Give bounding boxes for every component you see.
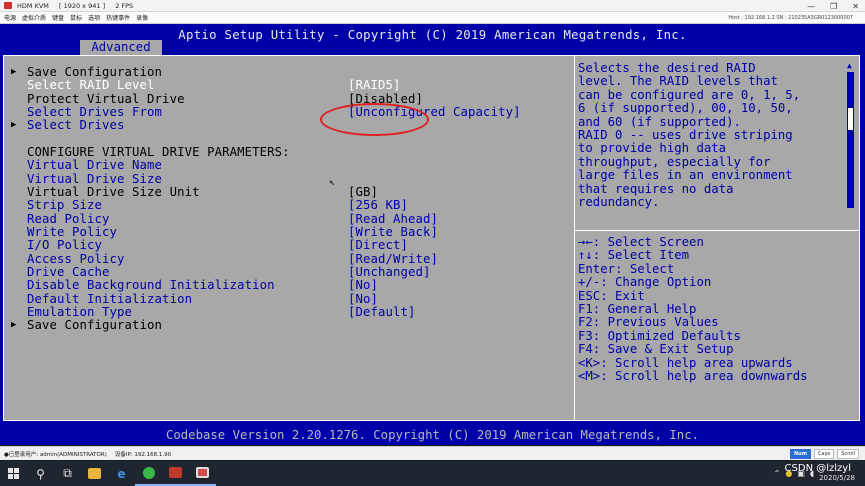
- key-hint: +/-: Change Option: [578, 275, 712, 290]
- help-line: that requires no data: [578, 181, 734, 196]
- setting-label[interactable]: I/O Policy: [27, 239, 102, 252]
- menu-record[interactable]: 录像: [136, 13, 148, 22]
- key-hint: Enter: Select: [578, 261, 675, 276]
- key-hint: <K>: Scroll help area upwards: [578, 355, 793, 370]
- kvm-app-icon: [4, 2, 12, 9]
- annotation-circle: [320, 103, 429, 136]
- help-line: 6 (if supported), 00, 10, 50,: [578, 101, 793, 116]
- kvm-title-bar: HDM KVM [ 1920 x 941 ] 2 FPS — ❐ ✕: [0, 0, 865, 12]
- mouse-cursor-icon: ↖: [329, 177, 336, 188]
- setting-label[interactable]: Save Configuration: [27, 319, 162, 332]
- maximize-icon[interactable]: ❐: [830, 2, 837, 11]
- window-title: HDM KVM [ 1920 x 941 ] 2 FPS: [17, 2, 141, 10]
- caps-lock-indicator[interactable]: Caps: [813, 449, 835, 459]
- green-app-icon[interactable]: [135, 461, 162, 486]
- bios-footer: Codebase Version 2.20.1276. Copyright (C…: [165, 428, 700, 442]
- start-icon[interactable]: [0, 461, 27, 486]
- kvm-status-bar: ●已登录用户: admin(ADMINISTRATOR) 设备IP: 192.1…: [0, 446, 865, 460]
- date-text: 2020/5/28: [819, 473, 855, 482]
- help-line: large files in an environment: [578, 168, 793, 183]
- key-hint: <M>: Scroll help area downwards: [578, 369, 808, 384]
- file-explorer-icon[interactable]: [81, 461, 108, 486]
- setting-label[interactable]: Strip Size: [27, 199, 102, 212]
- key-hint: F2: Previous Values: [578, 315, 719, 330]
- windows-taskbar: ⚲ ⧉ e ⌃ ● ▣ ◖ 2020/5/28 CSDN @lzlzyl: [0, 461, 865, 486]
- bios-screen[interactable]: Aptio Setup Utility - Copyright (C) 2019…: [0, 24, 865, 445]
- kvm-menu-bar: 电源 虚拟介质 键盘 鼠标 选项 热键事件 录像 Host : 192.168.…: [0, 12, 865, 24]
- status-user: ●已登录用户: admin(ADMINISTRATOR): [4, 451, 107, 458]
- setting-value[interactable]: [256 KB]: [348, 199, 408, 212]
- setting-value[interactable]: [Default]: [348, 306, 416, 319]
- chevron-up-icon[interactable]: ⌃: [774, 469, 781, 478]
- menu-virtual-media[interactable]: 虚拟介质: [22, 13, 46, 22]
- title-resolution: [ 1920 x 941 ]: [58, 1, 106, 10]
- menu-power[interactable]: 电源: [4, 13, 16, 22]
- key-hint: F1: General Help: [578, 302, 697, 317]
- status-ip: 设备IP: 192.168.1.90: [114, 451, 172, 458]
- csdn-watermark: CSDN @lzlzyl: [784, 463, 851, 474]
- setting-label[interactable]: Virtual Drive Name: [27, 159, 162, 172]
- host-info: Host : 192.168.1.2 SN : 210235A3GR012300…: [728, 15, 853, 21]
- help-line: Selects the desired RAID: [578, 61, 756, 75]
- submenu-arrow-icon: ▶: [11, 320, 17, 330]
- setting-value[interactable]: [Direct]: [348, 239, 408, 252]
- minimize-icon[interactable]: —: [807, 2, 815, 11]
- setting-label[interactable]: Select RAID Level: [27, 79, 155, 92]
- menu-mouse[interactable]: 鼠标: [70, 13, 82, 22]
- key-hint: ↑↓: Select Item: [578, 248, 690, 263]
- close-icon[interactable]: ✕: [852, 2, 859, 11]
- key-legend: →←: Select Screen ↑↓: Select Item Enter: S…: [578, 235, 808, 384]
- help-line: RAID 0 -- uses drive striping: [578, 128, 793, 143]
- help-line: and 60 (if supported).: [578, 114, 741, 129]
- scroll-thumb[interactable]: [848, 108, 853, 130]
- title-app: HDM KVM: [17, 1, 49, 10]
- menu-hotkeys[interactable]: 热键事件: [106, 13, 130, 22]
- scroll-up-icon[interactable]: ▲: [847, 62, 852, 70]
- setting-value[interactable]: [RAID5]: [348, 79, 401, 92]
- scroll-down-icon[interactable]: ▼: [847, 198, 852, 206]
- submenu-arrow-icon: ▶: [11, 67, 17, 77]
- help-line: throughput, especially for: [578, 154, 771, 169]
- help-scrollbar[interactable]: [847, 72, 854, 208]
- help-line: to provide high data: [578, 141, 727, 156]
- help-line: level. The RAID levels that: [578, 74, 778, 89]
- ie-icon[interactable]: e: [108, 461, 135, 486]
- menu-options[interactable]: 选项: [88, 13, 100, 22]
- panel-divider: [574, 56, 575, 420]
- key-hint: →←: Select Screen: [578, 235, 704, 249]
- help-line: can be configured are 0, 1, 5,: [578, 87, 801, 102]
- key-hint: ESC: Exit: [578, 288, 645, 303]
- bios-panel: ▶ Save Configuration Select RAID Level [RAI…: [3, 55, 860, 421]
- num-lock-indicator[interactable]: Num: [789, 449, 811, 459]
- help-description: Selects the desired RAID level. The RAID …: [578, 61, 844, 210]
- task-view-icon[interactable]: ⧉: [54, 461, 81, 486]
- key-hint: F4: Save & Exit Setup: [578, 342, 734, 357]
- key-hint: F3: Optimized Defaults: [578, 328, 741, 343]
- help-line: redundancy.: [578, 195, 660, 210]
- tab-advanced[interactable]: Advanced: [80, 40, 162, 55]
- submenu-arrow-icon: ▶: [11, 120, 17, 130]
- search-icon[interactable]: ⚲: [27, 461, 54, 486]
- setting-label[interactable]: Select Drives: [27, 119, 125, 132]
- title-fps: 2 FPS: [115, 1, 134, 10]
- setting-value[interactable]: [No]: [348, 279, 378, 292]
- setting-label[interactable]: Disable Background Initialization: [27, 279, 275, 292]
- help-divider: [575, 230, 860, 231]
- kvm-taskbar-icon[interactable]: [162, 461, 189, 486]
- media-app-icon[interactable]: [189, 461, 216, 486]
- scroll-lock-indicator[interactable]: Scroll: [837, 449, 859, 459]
- menu-keyboard[interactable]: 键盘: [52, 13, 64, 22]
